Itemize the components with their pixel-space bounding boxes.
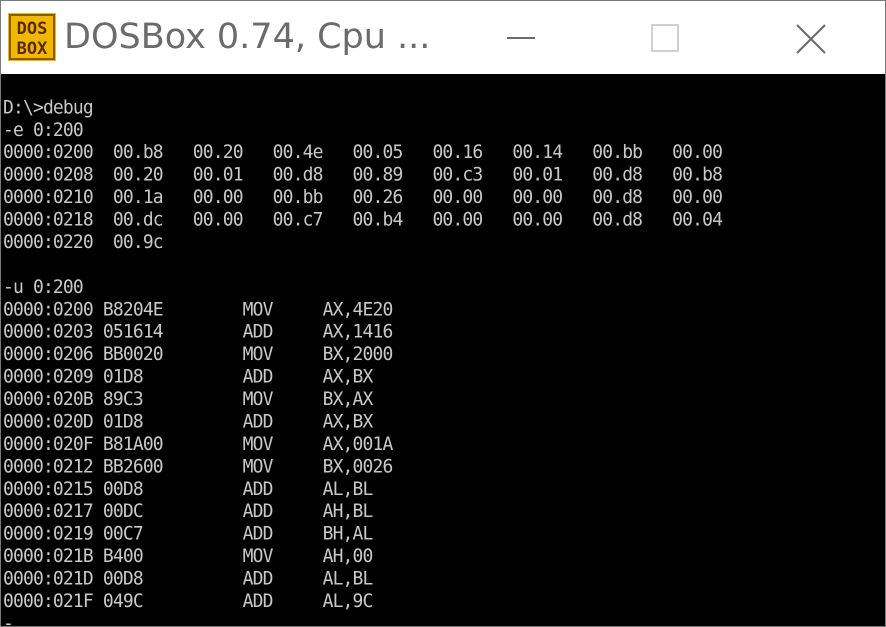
console-line: 0000:0210 00.1a 00.00 00.bb 00.26 00.00 … xyxy=(3,186,723,209)
console-line: 0000:020D 01D8 ADD AX,BX xyxy=(3,411,373,433)
console-line: 0000:0219 00C7 ADD BH,AL xyxy=(3,523,373,545)
console-line: 0000:021D 00D8 ADD AL,BL xyxy=(3,568,373,590)
console-line: 0000:0206 BB0020 MOV BX,2000 xyxy=(3,343,393,366)
minimize-icon xyxy=(507,37,535,39)
dosbox-window: DOS BOX DOSBox 0.74, Cpu ... D:\>debug -e… xyxy=(0,0,886,627)
maximize-icon xyxy=(651,24,679,52)
console-line: 0000:021F 049C ADD AL,9C xyxy=(3,590,373,613)
console-line: 0000:0200 B8204E MOV AX,4E20 xyxy=(3,298,393,321)
icon-text-bottom: BOX xyxy=(17,39,48,59)
icon-text-top: DOS xyxy=(17,19,48,39)
console-line: 0000:0208 00.20 00.01 00.d8 00.89 00.c3 … xyxy=(3,164,723,186)
window-title: DOSBox 0.74, Cpu ... xyxy=(64,17,431,57)
dosbox-logo-icon: DOS BOX xyxy=(8,13,56,61)
console-line: 0000:020B 89C3 MOV BX,AX xyxy=(3,388,373,411)
console-line: 0000:0203 051614 ADD AX,1416 xyxy=(3,321,393,343)
console-line: 0000:0220 00.9c xyxy=(3,231,164,254)
console-output[interactable]: D:\>debug -e 0:200 0000:0200 00.b8 00.20 0… xyxy=(3,97,883,626)
minimize-button[interactable] xyxy=(471,1,567,74)
console-line: 0000:0212 BB2600 MOV BX,0026 xyxy=(3,456,393,478)
title-bar[interactable]: DOS BOX DOSBox 0.74, Cpu ... xyxy=(1,1,885,74)
close-button[interactable] xyxy=(763,1,859,74)
command-prompt[interactable]: - xyxy=(3,613,883,626)
console-line: 0000:020F B81A00 MOV AX,001A xyxy=(3,433,393,456)
console-line: 0000:0209 01D8 ADD AX,BX xyxy=(3,366,373,388)
close-icon xyxy=(796,24,826,54)
console-line: -e 0:200 xyxy=(3,119,84,141)
console-line: 0000:021B B400 MOV AH,00 xyxy=(3,545,373,568)
console-line: 0000:0218 00.dc 00.00 00.c7 00.b4 00.00 … xyxy=(3,209,723,231)
maximize-button[interactable] xyxy=(617,1,713,74)
console-line: D:\>debug xyxy=(3,97,94,119)
console-line: 0000:0217 00DC ADD AH,BL xyxy=(3,500,373,523)
console-line: 0000:0215 00D8 ADD AL,BL xyxy=(3,478,373,500)
console-line: 0000:0200 00.b8 00.20 00.4e 00.05 00.16 … xyxy=(3,141,723,164)
console-line: -u 0:200 xyxy=(3,276,84,298)
